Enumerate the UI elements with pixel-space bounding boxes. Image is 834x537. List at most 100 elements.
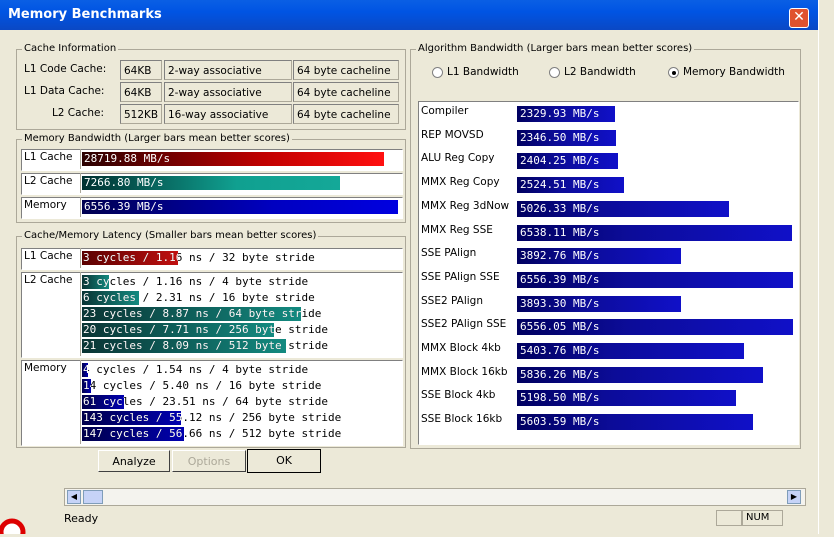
algorithm-label: SSE2 PAlign: [421, 294, 483, 307]
algorithm-value: 5603.59 MB/s: [520, 415, 600, 429]
algorithm-value: 2404.25 MB/s: [520, 154, 600, 168]
algorithm-value: 6538.11 MB/s: [520, 225, 600, 239]
cache-line-field: 64 byte cacheline: [293, 104, 399, 124]
latency-value-overlay: 143 cycles / 55.12 ns / 256 byte stride: [83, 411, 181, 424]
cache-assoc-field: 2-way associative: [164, 82, 292, 102]
background-app: ◀ ▶ Ready NUM: [0, 484, 818, 537]
analyze-button[interactable]: Analyze: [98, 450, 170, 472]
algorithm-value: 2329.93 MB/s: [520, 107, 600, 120]
algorithm-label: SSE Block 16kb: [421, 413, 503, 426]
latency-title: Cache/Memory Latency (Smaller bars mean …: [22, 230, 319, 241]
memory-benchmarks-window: Memory Benchmarks ✕ Cache Information Me…: [0, 0, 818, 484]
memory-bandwidth-title: Memory Bandwidth (Larger bars mean bette…: [22, 133, 292, 144]
algorithm-value: 5198.50 MB/s: [520, 391, 600, 405]
latency-value-overlay: 147 cycles / 56.66 ns / 512 byte stride: [83, 427, 184, 440]
bandwidth-mode-label[interactable]: Memory Bandwidth: [683, 66, 785, 78]
algorithm-label: SSE PAlign: [421, 247, 477, 260]
close-icon[interactable]: ✕: [789, 8, 809, 28]
row-divider: [80, 149, 81, 169]
latency-bar-label-clip: 21 cycles / 8.09 ns / 512 byte stride: [82, 339, 286, 353]
ok-button[interactable]: OK: [247, 449, 321, 473]
latency-value-overlay: 23 cycles / 8.87 ns / 64 byte stride: [83, 307, 301, 320]
latency-bar-label-clip: 23 cycles / 8.87 ns / 64 byte stride: [82, 307, 301, 321]
title-bar[interactable]: Memory Benchmarks ✕: [0, 0, 818, 30]
algorithm-bandwidth-title: Algorithm Bandwidth (Larger bars mean be…: [416, 43, 695, 54]
algorithm-value: 5026.33 MB/s: [520, 201, 600, 215]
scroll-left-icon[interactable]: ◀: [67, 490, 81, 504]
latency-bar-label-clip: 20 cycles / 7.71 ns / 256 byte stride: [82, 323, 274, 337]
latency-bar-label-clip: 4 cycles / 1.54 ns / 4 byte stride: [82, 363, 88, 377]
cache-line-field: 64 byte cacheline: [293, 60, 399, 80]
bandwidth-row-label: L2 Cache: [24, 175, 73, 187]
cache-label: L1 Code Cache:: [24, 63, 107, 75]
bandwidth-mode-label[interactable]: L2 Bandwidth: [564, 66, 636, 78]
algorithm-label: ALU Reg Copy: [421, 152, 495, 165]
background-window-edge: [818, 0, 834, 534]
bandwidth-mode-radio[interactable]: [668, 67, 679, 78]
algorithm-label: Compiler: [421, 105, 469, 117]
latency-value-overlay: 3 cycles / 1.16 ns / 4 byte stride: [83, 275, 109, 288]
cache-info-title: Cache Information: [22, 43, 119, 54]
bandwidth-row-label: Memory: [24, 199, 67, 211]
algorithm-value: 2524.51 MB/s: [520, 178, 600, 192]
latency-value-overlay: 20 cycles / 7.71 ns / 256 byte stride: [83, 323, 274, 336]
algorithm-label: MMX Reg Copy: [421, 176, 500, 189]
algorithm-value: 3893.30 MB/s: [520, 296, 600, 310]
latency-value-overlay: 4 cycles / 1.54 ns / 4 byte stride: [83, 363, 88, 376]
algorithm-label: MMX Reg SSE: [421, 223, 493, 236]
algorithm-label: MMX Block 4kb: [421, 342, 501, 354]
latency-value-overlay: 61 cycles / 23.51 ns / 64 byte stride: [83, 395, 124, 408]
algorithm-label: SSE Block 4kb: [421, 389, 496, 402]
cache-size-field: 64KB: [120, 82, 162, 102]
algorithm-value: 2346.50 MB/s: [520, 130, 600, 144]
bandwidth-mode-label[interactable]: L1 Bandwidth: [447, 66, 519, 78]
latency-bar-label-clip: 14 cycles / 5.40 ns / 16 byte stride: [82, 379, 91, 393]
options-button: Options: [172, 450, 246, 472]
latency-value-overlay: 6 cycles / 2.31 ns / 16 byte stride: [83, 291, 139, 304]
row-divider: [80, 173, 81, 193]
algorithm-label: MMX Block 16kb: [421, 365, 508, 378]
algorithm-value: 5836.26 MB/s: [520, 367, 600, 381]
latency-bar-label-clip: 3 cycles / 1.16 ns / 4 byte stride: [82, 275, 109, 289]
status-panel: [716, 510, 742, 526]
algorithm-value: 6556.05 MB/s: [520, 320, 600, 334]
latency-value-overlay: 21 cycles / 8.09 ns / 512 byte stride: [83, 339, 286, 352]
bandwidth-mode-radio[interactable]: [549, 67, 560, 78]
latency-value-overlay: 3 cycles / 1.16 ns / 32 byte stride: [83, 251, 178, 264]
latency-bar-label-clip: 3 cycles / 1.16 ns / 32 byte stride: [82, 251, 178, 265]
row-divider: [80, 248, 81, 268]
algorithm-value: 3892.76 MB/s: [520, 249, 600, 263]
cache-size-field: 64KB: [120, 60, 162, 80]
row-divider: [80, 197, 81, 217]
num-lock-indicator: NUM: [742, 510, 783, 526]
latency-value: 14 cycles / 5.40 ns / 16 byte stride: [83, 379, 322, 392]
cache-assoc-field: 16-way associative: [164, 104, 292, 124]
cache-size-field: 512KB: [120, 104, 162, 124]
scroll-right-icon[interactable]: ▶: [787, 490, 801, 504]
cache-label: L1 Data Cache:: [24, 85, 105, 97]
algorithm-value: 6556.39 MB/s: [520, 272, 600, 286]
status-text: Ready: [64, 512, 99, 525]
latency-bar-label-clip: 6 cycles / 2.31 ns / 16 byte stride: [82, 291, 139, 305]
latency-group-label: Memory: [24, 362, 67, 374]
latency-value: 3 cycles / 1.16 ns / 4 byte stride: [83, 275, 309, 288]
cache-line-field: 64 byte cacheline: [293, 82, 399, 102]
bandwidth-value: 28719.88 MB/s: [84, 152, 171, 165]
latency-value-overlay: 14 cycles / 5.40 ns / 16 byte stride: [83, 379, 91, 392]
horizontal-scrollbar[interactable]: ◀ ▶: [64, 488, 806, 506]
cache-assoc-field: 2-way associative: [164, 60, 292, 80]
latency-value: 4 cycles / 1.54 ns / 4 byte stride: [83, 363, 309, 376]
latency-group-label: L2 Cache: [24, 274, 73, 286]
bandwidth-mode-radio[interactable]: [432, 67, 443, 78]
bandwidth-value: 7266.80 MB/s: [84, 176, 164, 189]
latency-bar-label-clip: 61 cycles / 23.51 ns / 64 byte stride: [82, 395, 124, 409]
algorithm-label: REP MOVSD: [421, 128, 484, 141]
latency-bar-label-clip: 143 cycles / 55.12 ns / 256 byte stride: [82, 411, 181, 425]
cache-label: L2 Cache:: [51, 107, 104, 119]
algorithm-label: MMX Reg 3dNow: [421, 199, 510, 212]
algorithm-value: 5403.76 MB/s: [520, 344, 600, 357]
lifebuoy-icon: [0, 514, 30, 537]
scroll-thumb[interactable]: [83, 490, 103, 504]
row-divider: [80, 272, 81, 356]
row-divider: [80, 360, 81, 444]
